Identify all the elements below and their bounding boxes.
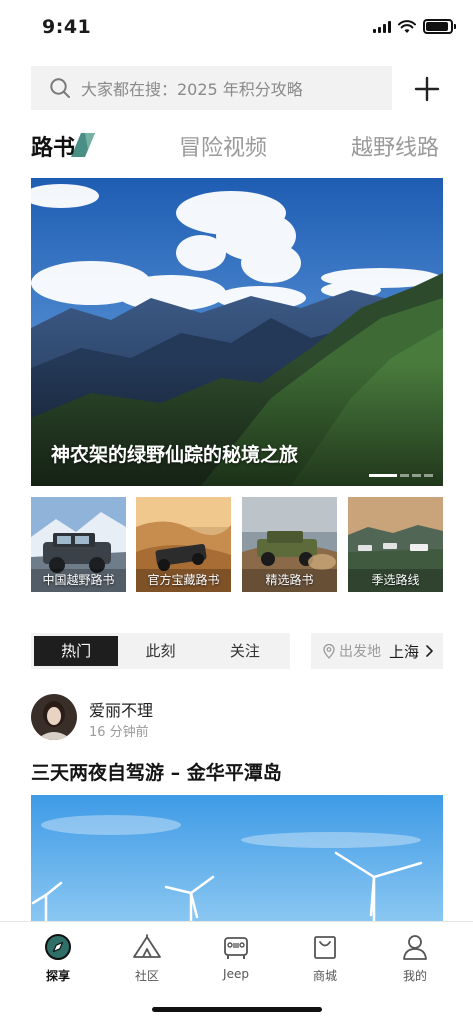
banner-title: 神农架的绿野仙踪的秘境之旅: [51, 444, 299, 466]
location-pin-icon: [323, 643, 335, 659]
pagination-dot: [424, 474, 433, 477]
author-avatar[interactable]: [31, 694, 77, 740]
pagination-dot: [412, 474, 421, 477]
nav-jeep[interactable]: Jeep: [201, 932, 271, 981]
nav-community[interactable]: 社区: [112, 932, 182, 984]
nav-label: Jeep: [223, 967, 249, 981]
post-title[interactable]: 三天两夜自驾游 – 金华平潭岛: [31, 758, 282, 785]
search-bar[interactable]: 大家都在搜：2025 年积分攻略: [31, 66, 392, 110]
nav-label: 社区: [134, 969, 159, 983]
add-button[interactable]: [412, 74, 442, 104]
filter-tab-hot[interactable]: 热门: [34, 636, 119, 666]
category-card-seasonal[interactable]: 季选路线: [348, 497, 443, 592]
post-image[interactable]: [31, 795, 443, 925]
search-placeholder: 大家都在搜：2025 年积分攻略: [81, 80, 303, 99]
featured-banner[interactable]: 神农架的绿野仙踪的秘境之旅: [31, 178, 443, 486]
banner-pagination: [369, 474, 433, 477]
nav-label: 商城: [312, 969, 337, 983]
nav-explore[interactable]: 探享: [23, 932, 93, 984]
nav-profile[interactable]: 我的: [380, 932, 450, 984]
avatar-image: [31, 694, 77, 740]
card-label: 精选路书: [265, 573, 314, 587]
nav-label: 我的: [402, 969, 427, 983]
category-card-official-treasure[interactable]: 官方宝藏路书: [136, 497, 231, 592]
jeep-icon: [224, 937, 248, 959]
wifi-icon: [398, 19, 416, 33]
home-indicator: [152, 1007, 322, 1012]
category-card-china-offroad[interactable]: 中国越野路书: [31, 497, 126, 592]
tab-roadbook[interactable]: 路书: [31, 130, 75, 162]
tent-icon: [133, 934, 161, 958]
post-photo: [31, 795, 443, 925]
tab-adventure-video[interactable]: 冒险视频: [179, 130, 267, 162]
status-bar: 9:41: [0, 0, 473, 54]
chevron-right-icon: [426, 645, 433, 657]
pagination-dot: [369, 474, 397, 477]
card-label: 官方宝藏路书: [147, 573, 220, 587]
cellular-signal-icon: [373, 20, 391, 33]
category-card-featured[interactable]: 精选路书: [242, 497, 337, 592]
feed-filter-tabs: 热门 此刻 关注: [31, 633, 290, 669]
pagination-dot: [400, 474, 409, 477]
shopping-bag-icon: [314, 936, 336, 959]
card-label: 季选路线: [371, 573, 420, 587]
status-icons: [373, 19, 456, 34]
filter-tab-now[interactable]: 此刻: [118, 636, 202, 666]
origin-selector[interactable]: 出发地 上海: [311, 633, 443, 669]
tab-offroad-routes[interactable]: 越野线路: [351, 130, 439, 162]
nav-label: 探享: [45, 969, 70, 983]
filter-tab-following[interactable]: 关注: [203, 636, 287, 666]
card-label: 中国越野路书: [42, 573, 115, 587]
category-cards: 中国越野路书 官方宝藏路书 精选路书 季选路线: [31, 497, 443, 592]
top-tabs: 路书 冒险视频 越野线路: [31, 130, 443, 166]
origin-city: 上海: [389, 642, 420, 661]
nav-mall[interactable]: 商城: [290, 932, 360, 984]
compass-icon: [45, 934, 71, 960]
author-name[interactable]: 爱丽不理: [89, 697, 153, 721]
user-icon: [403, 935, 427, 960]
origin-label: 出发地: [339, 644, 381, 660]
post-time: 16 分钟前: [89, 725, 149, 740]
status-time: 9:41: [42, 16, 92, 38]
battery-icon: [423, 19, 456, 34]
battery-level: [426, 22, 448, 31]
search-icon: [50, 78, 70, 98]
